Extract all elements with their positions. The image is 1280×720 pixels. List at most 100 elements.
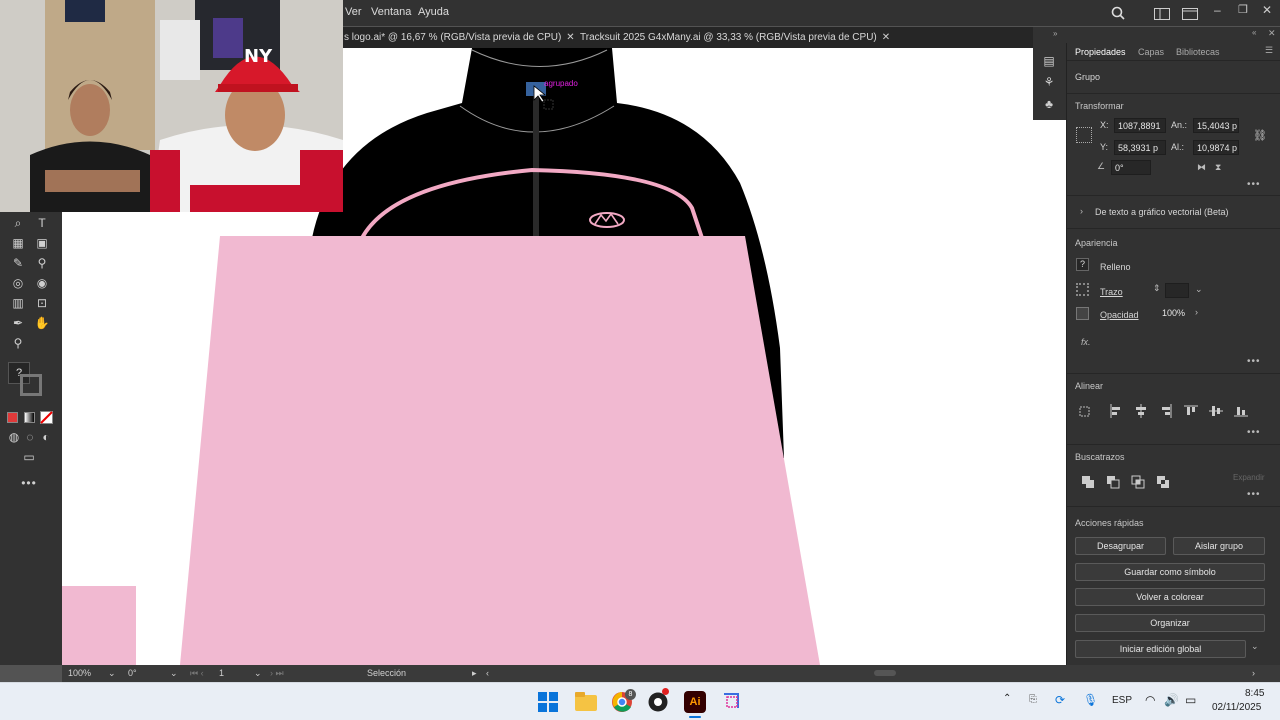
lasso-tool-icon[interactable]: ⌕ — [9, 214, 27, 232]
expand-button[interactable]: Expandir — [1233, 473, 1265, 482]
gradient-mode-icon[interactable] — [24, 412, 35, 423]
next-artboard-icon[interactable]: › ⏭ — [270, 668, 284, 679]
fill-indicator[interactable]: ? — [1076, 258, 1089, 271]
close-tab-icon[interactable]: ✕ — [566, 32, 574, 43]
blend-tool-icon[interactable]: ◎ — [9, 274, 27, 292]
global-edit-button[interactable]: Iniciar edición global — [1075, 640, 1246, 658]
stepper-icon[interactable]: ⇕ — [1153, 283, 1161, 294]
panel-menu-icon[interactable]: ☰ — [1265, 45, 1273, 56]
file-explorer-icon[interactable] — [575, 692, 597, 712]
shape-builder-icon[interactable]: ▦ — [9, 234, 27, 252]
pen-tool-icon[interactable]: ✒ — [9, 314, 27, 332]
arrange-docs-icon[interactable] — [1182, 8, 1198, 20]
language-indicator[interactable]: ESP — [1112, 695, 1132, 706]
stroke-weight-field[interactable] — [1165, 283, 1189, 298]
battery-icon[interactable]: ▭ — [1185, 693, 1196, 707]
horizontal-scrollbar[interactable] — [874, 670, 896, 676]
stroke-label[interactable]: Trazo — [1100, 287, 1123, 297]
close-window-icon[interactable]: ✕ — [1262, 3, 1272, 17]
windows-start-icon[interactable] — [538, 692, 558, 712]
clock-time[interactable]: 8:45 — [1245, 688, 1264, 699]
unite-icon[interactable] — [1081, 475, 1095, 489]
more-align-icon[interactable]: ••• — [1247, 427, 1261, 438]
menu-ayuda[interactable]: Ayuda — [418, 6, 449, 18]
y-field[interactable]: 58,3931 p — [1114, 140, 1166, 155]
volume-icon[interactable]: 🔊 — [1164, 693, 1179, 707]
text-to-vector-label[interactable]: De texto a gráfico vectorial (Beta) — [1095, 207, 1229, 217]
align-top-icon[interactable] — [1184, 404, 1198, 418]
recolor-button[interactable]: Volver a colorear — [1075, 588, 1265, 606]
first-artboard-icon[interactable]: ⏮ ‹ — [190, 668, 204, 679]
flip-vertical-icon[interactable]: ⧗ — [1215, 162, 1221, 173]
tab-properties[interactable]: Propiedades — [1075, 47, 1126, 57]
effects-icon[interactable]: fx. — [1081, 337, 1091, 347]
color-mode-icon[interactable] — [7, 412, 18, 423]
chevron-down-icon[interactable]: ⌄ — [1251, 641, 1259, 652]
tray-overflow-icon[interactable]: ⌃ — [1003, 693, 1011, 704]
hand-tool-icon[interactable]: ✋ — [33, 314, 51, 332]
tab-logo-doc[interactable]: s logo.ai* @ 16,67 % (RGB/Vista previa d… — [344, 32, 575, 43]
stroke-swatch[interactable] — [20, 374, 42, 396]
align-middle-icon[interactable] — [1209, 404, 1223, 418]
more-appearance-icon[interactable]: ••• — [1247, 356, 1261, 367]
none-mode-icon[interactable] — [40, 411, 53, 424]
more-pathfinder-icon[interactable]: ••• — [1247, 489, 1261, 500]
close-panel-icon[interactable]: ✕ — [1268, 28, 1276, 39]
wifi-icon[interactable]: ◠ — [1145, 693, 1155, 707]
more-tools-icon[interactable]: ••• — [20, 474, 38, 492]
ungroup-button[interactable]: Desagrupar — [1075, 537, 1166, 555]
align-bottom-icon[interactable] — [1234, 404, 1248, 418]
flip-horizontal-icon[interactable]: ⧓ — [1197, 162, 1206, 173]
chevron-down-icon[interactable]: ⌄ — [1195, 284, 1203, 295]
menu-ventana[interactable]: Ventana — [371, 6, 411, 18]
illustrator-icon[interactable]: Ai — [684, 691, 706, 713]
scroll-left-icon[interactable]: ‹ — [486, 668, 489, 678]
graph-tool-icon[interactable]: ▥ — [9, 294, 27, 312]
isolate-group-button[interactable]: Aislar grupo — [1173, 537, 1265, 555]
chevron-right-icon[interactable]: › — [1080, 206, 1083, 216]
mesh-tool-icon[interactable]: ✎ — [9, 254, 27, 272]
artboard-tool-icon[interactable]: ⊡ — [33, 294, 51, 312]
tab-layers[interactable]: Capas — [1138, 47, 1164, 57]
opacity-field[interactable]: 100% — [1159, 306, 1193, 321]
reference-point-icon[interactable] — [1076, 127, 1092, 143]
minimize-icon[interactable]: – — [1214, 3, 1221, 17]
tray-app-icon[interactable]: ⎘ — [1029, 694, 1037, 705]
close-tab-icon[interactable]: ✕ — [882, 32, 890, 43]
align-center-icon[interactable] — [1134, 404, 1148, 418]
status-menu-icon[interactable]: ▸ — [472, 668, 477, 679]
workspace-icon[interactable] — [1154, 8, 1170, 20]
width-field[interactable]: 15,4043 p — [1193, 118, 1239, 133]
symbols-icon[interactable]: ♣ — [1040, 95, 1058, 113]
angle-field[interactable]: 0° — [1111, 160, 1151, 175]
chevron-right-icon[interactable]: › — [1195, 307, 1198, 317]
x-field[interactable]: 1087,8891 — [1114, 118, 1166, 133]
search-icon[interactable] — [1111, 6, 1125, 20]
chevron-down-icon[interactable]: ⌄ — [170, 668, 178, 679]
gradient-tool-icon[interactable]: ▣ — [33, 234, 51, 252]
stroke-indicator[interactable] — [1076, 283, 1089, 296]
save-symbol-button[interactable]: Guardar como símbolo — [1075, 563, 1265, 581]
clock-date[interactable]: 02/11/2025 — [1212, 702, 1261, 713]
align-right-icon[interactable] — [1159, 404, 1173, 418]
restore-icon[interactable]: ❐ — [1238, 3, 1248, 16]
tab-tracksuit-doc[interactable]: Tracksuit 2025 G4xMany.ai @ 33,33 % (RGB… — [580, 32, 890, 43]
intersect-icon[interactable] — [1131, 475, 1145, 489]
obs-icon[interactable] — [648, 692, 668, 712]
exclude-icon[interactable] — [1156, 475, 1170, 489]
chevron-down-icon[interactable]: ⌄ — [254, 668, 262, 679]
link-proportions-icon[interactable]: ⛓ — [1253, 129, 1267, 142]
type-tool-icon[interactable]: T — [33, 214, 51, 232]
menu-ver[interactable]: Ver — [345, 6, 362, 18]
libraries-icon[interactable]: ▤ — [1040, 52, 1058, 70]
collapse-panel-icon[interactable]: « — [1252, 28, 1256, 37]
microphone-icon[interactable]: 🎙 — [1083, 693, 1098, 707]
rotation-value[interactable]: 0° — [128, 668, 137, 678]
eyedropper-icon[interactable]: ⚲ — [33, 254, 51, 272]
collapse-icon[interactable]: » — [1053, 29, 1057, 38]
tab-libraries[interactable]: Bibliotecas — [1176, 47, 1220, 57]
sync-icon[interactable]: ⟳ — [1055, 693, 1065, 707]
zoom-level[interactable]: 100% — [68, 668, 91, 678]
height-field[interactable]: 10,9874 p — [1193, 140, 1239, 155]
snipping-tool-icon[interactable] — [722, 692, 742, 712]
